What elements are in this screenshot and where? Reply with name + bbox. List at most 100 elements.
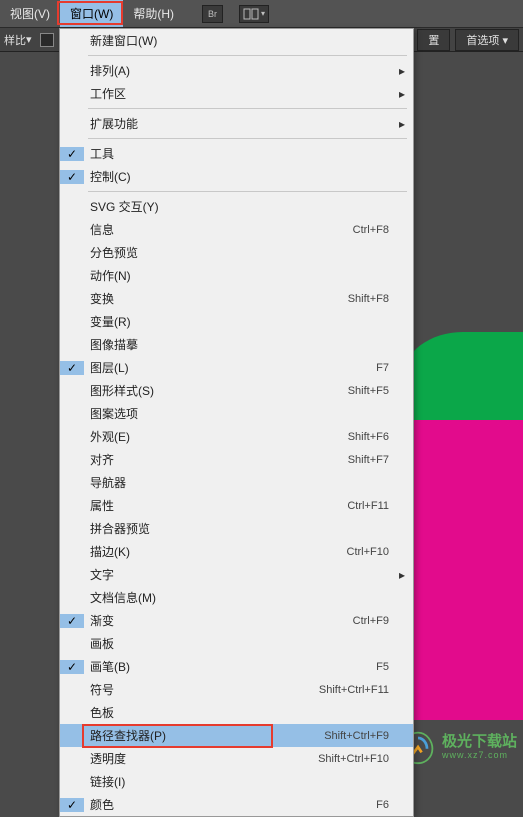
menu-item[interactable]: 图像描摹	[60, 333, 413, 356]
menu-item-shortcut: Ctrl+F9	[353, 615, 397, 627]
menu-item[interactable]: ✓画笔(B)F5	[60, 655, 413, 678]
menu-item[interactable]: 描边(K)Ctrl+F10	[60, 540, 413, 563]
menu-item-label: 图层(L)	[84, 359, 376, 376]
menu-item-label: 控制(C)	[84, 168, 397, 185]
menu-item-label: 动作(N)	[84, 267, 397, 284]
checkmark-icon: ✓	[60, 170, 84, 184]
menu-item[interactable]: ✓控制(C)	[60, 165, 413, 188]
menu-item[interactable]: 文档信息(M)	[60, 586, 413, 609]
menu-item-shortcut: Shift+Ctrl+F9	[324, 730, 397, 742]
menu-item-label: 图形样式(S)	[84, 382, 348, 399]
menu-item[interactable]: 画板	[60, 632, 413, 655]
menu-item-shortcut: Shift+Ctrl+F10	[318, 753, 397, 765]
menu-item-shortcut: Shift+F6	[348, 431, 397, 443]
checkmark-icon: ✓	[60, 147, 84, 161]
menubar-item-help[interactable]: 帮助(H)	[123, 0, 184, 27]
menu-item-label: 图案选项	[84, 405, 397, 422]
window-menu-dropdown: 新建窗口(W)排列(A)▸工作区▸扩展功能▸✓工具✓控制(C)SVG 交互(Y)…	[59, 28, 414, 817]
submenu-arrow-icon: ▸	[399, 117, 405, 131]
green-shape	[403, 332, 523, 422]
menu-separator	[88, 55, 407, 56]
menu-item[interactable]: 路径查找器(P)Shift+Ctrl+F9	[60, 724, 413, 747]
menu-item-shortcut: Shift+F7	[348, 454, 397, 466]
menu-item[interactable]: 文字▸	[60, 563, 413, 586]
menu-item-label: SVG 交互(Y)	[84, 198, 397, 215]
menu-separator	[88, 138, 407, 139]
menu-item-shortcut: Ctrl+F11	[347, 500, 397, 512]
toolbar-swatch[interactable]	[40, 33, 54, 47]
menu-item-label: 链接(I)	[84, 773, 397, 790]
menu-item[interactable]: 变换Shift+F8	[60, 287, 413, 310]
menu-item[interactable]: 新建窗口(W)	[60, 29, 413, 52]
menu-separator	[88, 191, 407, 192]
watermark-title: 极光下载站	[442, 734, 517, 751]
menu-item-label: 文字	[84, 566, 397, 583]
menu-item[interactable]: 动作(N)	[60, 264, 413, 287]
submenu-arrow-icon: ▸	[399, 568, 405, 582]
menubar-item-window[interactable]: 窗口(W)	[60, 0, 123, 27]
menu-item-label: 外观(E)	[84, 428, 348, 445]
menu-item-label: 扩展功能	[84, 115, 397, 132]
menu-item-shortcut: F7	[376, 362, 397, 374]
menu-item-label: 分色预览	[84, 244, 397, 261]
watermark: 极光下载站 www.xz7.com	[400, 729, 517, 765]
menu-item[interactable]: ✓渐变Ctrl+F9	[60, 609, 413, 632]
checkmark-icon: ✓	[60, 660, 84, 674]
menu-item[interactable]: 分色预览	[60, 241, 413, 264]
submenu-arrow-icon: ▸	[399, 64, 405, 78]
menu-item-label: 画笔(B)	[84, 658, 376, 675]
menu-item[interactable]: 信息Ctrl+F8	[60, 218, 413, 241]
menu-item[interactable]: ✓颜色F6	[60, 793, 413, 816]
menu-item-label: 画板	[84, 635, 397, 652]
menu-item-label: 工作区	[84, 85, 397, 102]
menu-item[interactable]: 外观(E)Shift+F6	[60, 425, 413, 448]
menu-item[interactable]: 工作区▸	[60, 82, 413, 105]
menu-item-label: 工具	[84, 145, 397, 162]
menu-item-label: 新建窗口(W)	[84, 32, 397, 49]
toolbar-btn-1[interactable]: 置	[417, 29, 450, 51]
menu-item-label: 路径查找器(P)	[84, 727, 324, 744]
menu-item[interactable]: 图形样式(S)Shift+F5	[60, 379, 413, 402]
menu-item[interactable]: 变量(R)	[60, 310, 413, 333]
menu-item-shortcut: Shift+F8	[348, 293, 397, 305]
bridge-icon[interactable]: Br	[202, 5, 223, 23]
submenu-arrow-icon: ▸	[399, 87, 405, 101]
menu-item-shortcut: Ctrl+F8	[353, 224, 397, 236]
menu-item[interactable]: 拼合器预览	[60, 517, 413, 540]
menu-item-shortcut: Ctrl+F10	[347, 546, 398, 558]
menu-item-shortcut: F6	[376, 799, 397, 811]
menu-item[interactable]: 符号Shift+Ctrl+F11	[60, 678, 413, 701]
menu-item[interactable]: ✓工具	[60, 142, 413, 165]
menu-item[interactable]: 属性Ctrl+F11	[60, 494, 413, 517]
menu-item[interactable]: SVG 交互(Y)	[60, 195, 413, 218]
menu-item-label: 变量(R)	[84, 313, 397, 330]
menubar-item-view[interactable]: 视图(V)	[0, 0, 60, 27]
checkmark-icon: ✓	[60, 361, 84, 375]
menu-separator	[88, 108, 407, 109]
menu-item[interactable]: ✓图层(L)F7	[60, 356, 413, 379]
menu-item[interactable]: 链接(I)	[60, 770, 413, 793]
menu-item-label: 渐变	[84, 612, 353, 629]
menu-item-shortcut: Shift+Ctrl+F11	[319, 684, 397, 696]
menu-item-label: 文档信息(M)	[84, 589, 397, 606]
menu-item-label: 对齐	[84, 451, 348, 468]
menu-item[interactable]: 色板	[60, 701, 413, 724]
menu-item-label: 属性	[84, 497, 347, 514]
menu-item-label: 排列(A)	[84, 62, 397, 79]
toolbar-btn-preferences[interactable]: 首选项 ▾	[455, 29, 519, 51]
arrange-documents-icon[interactable]: ▾	[239, 5, 269, 23]
toolbar-left-label: 样比 ▾	[4, 32, 32, 48]
menu-item[interactable]: 图案选项	[60, 402, 413, 425]
menu-item[interactable]: 对齐Shift+F7	[60, 448, 413, 471]
checkmark-icon: ✓	[60, 614, 84, 628]
menu-item-shortcut: Shift+F5	[348, 385, 397, 397]
menu-item[interactable]: 导航器	[60, 471, 413, 494]
menu-item-label: 拼合器预览	[84, 520, 397, 537]
menu-item[interactable]: 扩展功能▸	[60, 112, 413, 135]
menu-item-label: 导航器	[84, 474, 397, 491]
menu-item-label: 透明度	[84, 750, 318, 767]
menubar: 视图(V) 窗口(W) 帮助(H) Br ▾	[0, 0, 523, 28]
menu-item[interactable]: 排列(A)▸	[60, 59, 413, 82]
menu-item[interactable]: 透明度Shift+Ctrl+F10	[60, 747, 413, 770]
menu-item-label: 图像描摹	[84, 336, 397, 353]
